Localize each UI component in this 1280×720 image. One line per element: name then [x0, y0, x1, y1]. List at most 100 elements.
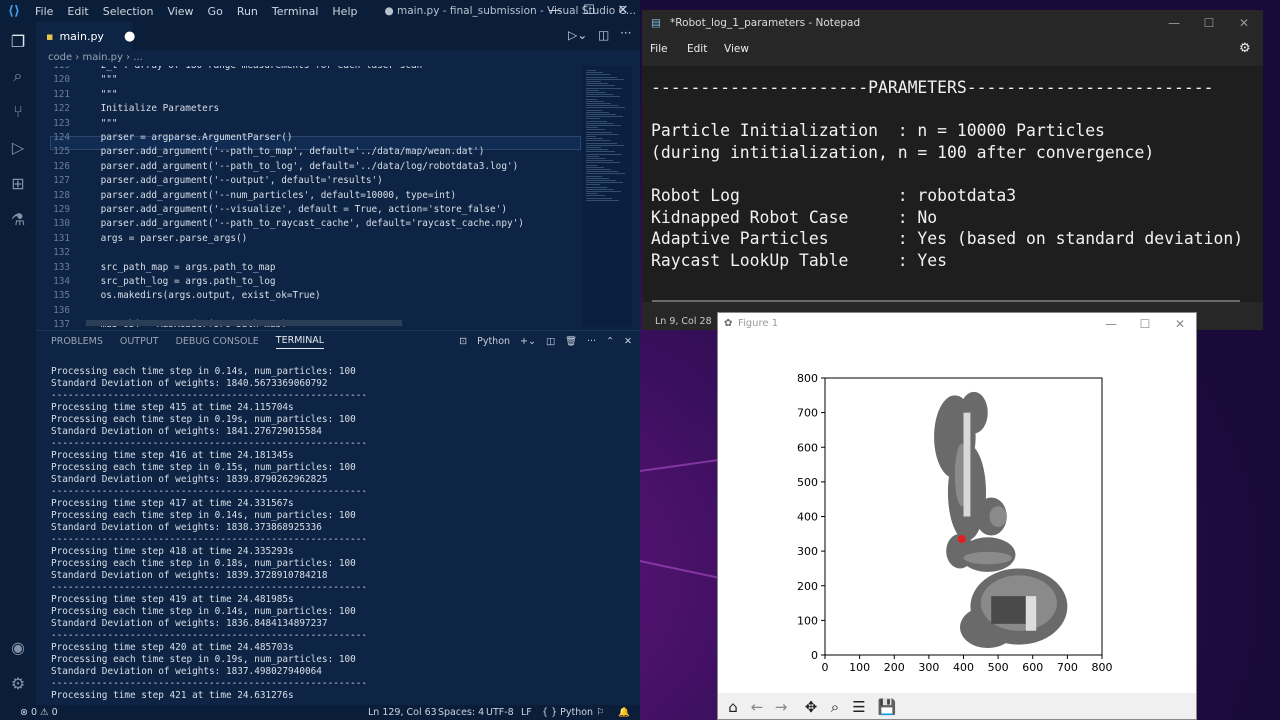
- minimap-line: [586, 182, 623, 184]
- code-line[interactable]: parser.add_argument('--visualize', defau…: [78, 204, 507, 215]
- tab-debug-console[interactable]: DEBUG CONSOLE: [176, 336, 259, 347]
- explorer-icon[interactable]: ❐: [8, 32, 28, 52]
- minimize-icon[interactable]: —: [1157, 10, 1191, 36]
- menu-file[interactable]: File: [28, 5, 60, 18]
- code-line[interactable]: parser = argparse.ArgumentParser(): [78, 132, 293, 143]
- maximize-icon[interactable]: ☐: [1192, 10, 1226, 36]
- terminal-line: Processing time step 420 at time 24.4857…: [51, 642, 294, 653]
- line-number: 122: [53, 103, 70, 115]
- horizontal-scrollbar[interactable]: [86, 320, 402, 326]
- unsaved-dot-icon[interactable]: ●: [124, 29, 135, 44]
- background-line: [639, 560, 729, 581]
- configure-subplots-icon[interactable]: ☰: [848, 696, 870, 718]
- code-line[interactable]: """: [78, 118, 118, 129]
- status-cursor-position[interactable]: Ln 129, Col 63: [368, 705, 437, 720]
- minimap-line: [586, 171, 618, 173]
- menu-terminal[interactable]: Terminal: [265, 5, 326, 18]
- tab-terminal[interactable]: TERMINAL: [275, 335, 325, 349]
- menu-run[interactable]: Run: [230, 5, 265, 18]
- minimap-line: [586, 100, 604, 102]
- run-file-icon[interactable]: ▷⌄: [568, 28, 587, 42]
- close-icon[interactable]: ✕: [1163, 313, 1196, 335]
- more-actions-icon[interactable]: ···: [620, 26, 631, 40]
- menu-go[interactable]: Go: [201, 5, 230, 18]
- split-terminal-icon[interactable]: ◫: [546, 336, 555, 347]
- testing-icon[interactable]: ⚗: [8, 210, 28, 230]
- notepad-text-area[interactable]: ----------------------PARAMETERS--------…: [642, 66, 1263, 302]
- status-problems[interactable]: ⊗ 0 ⚠ 0: [20, 705, 58, 720]
- forward-arrow-icon[interactable]: →: [770, 696, 792, 718]
- code-line[interactable]: parser.add_argument('--output', default=…: [78, 175, 383, 186]
- notepad-line: Particle Initialization : n = 10000 Part…: [651, 121, 1105, 141]
- search-icon[interactable]: ⌕: [8, 66, 28, 86]
- tab-problems[interactable]: PROBLEMS: [51, 336, 103, 347]
- feedback-icon[interactable]: ⚐: [596, 705, 605, 720]
- code-line[interactable]: z_t : array of 180 range measurements fo…: [78, 66, 423, 71]
- minimap-line: [586, 155, 599, 157]
- source-control-icon[interactable]: ⑂: [8, 102, 28, 122]
- status-language[interactable]: { } Python: [542, 705, 593, 720]
- close-icon[interactable]: ✕: [1227, 10, 1261, 36]
- minimize-icon[interactable]: —: [538, 0, 572, 22]
- minimize-icon[interactable]: —: [1094, 313, 1128, 335]
- maximize-icon[interactable]: ☐: [572, 0, 606, 22]
- settings-gear-icon[interactable]: ⚙: [8, 674, 28, 694]
- code-line[interactable]: src_path_log = args.path_to_log: [78, 276, 276, 287]
- menu-file[interactable]: File: [650, 43, 668, 55]
- x-tick-label: 700: [1057, 661, 1078, 674]
- tab-main-py[interactable]: ▪ main.py ●: [36, 22, 135, 50]
- terminal-shell-label[interactable]: Python: [477, 336, 510, 347]
- terminal-line: Standard Deviation of weights: 1839.3728…: [51, 570, 328, 581]
- pan-icon[interactable]: ✥: [800, 696, 822, 718]
- home-icon[interactable]: ⌂: [722, 696, 744, 718]
- menu-help[interactable]: Help: [325, 5, 364, 18]
- line-number: 136: [53, 304, 70, 316]
- maximize-panel-icon[interactable]: ⌃: [606, 336, 614, 347]
- code-line[interactable]: Initialize Parameters: [78, 103, 220, 114]
- save-figure-icon[interactable]: 💾: [876, 696, 898, 718]
- terminal-output[interactable]: Processing each time step in 0.14s, num_…: [36, 356, 636, 705]
- account-icon[interactable]: ◉: [8, 638, 28, 658]
- maximize-icon[interactable]: ☐: [1128, 313, 1162, 335]
- line-number: 134: [53, 276, 70, 287]
- code-line[interactable]: src_path_map = args.path_to_map: [78, 262, 276, 273]
- menu-edit[interactable]: Edit: [60, 5, 95, 18]
- code-line[interactable]: parser.add_argument('--path_to_raycast_c…: [78, 218, 524, 229]
- code-line[interactable]: """: [78, 89, 118, 100]
- x-tick-label: 500: [988, 661, 1009, 674]
- status-eol[interactable]: LF: [521, 705, 532, 720]
- code-line[interactable]: parser.add_argument('--path_to_map', def…: [78, 146, 485, 157]
- code-line[interactable]: args = parser.parse_args(): [78, 233, 248, 244]
- horizontal-scrollbar[interactable]: [652, 300, 1240, 302]
- code-line[interactable]: os.makedirs(args.output, exist_ok=True): [78, 290, 321, 301]
- zoom-icon[interactable]: ⌕: [824, 696, 846, 718]
- status-indentation[interactable]: Spaces: 4: [438, 705, 484, 720]
- minimap-line: [586, 188, 614, 190]
- new-terminal-icon[interactable]: +⌄: [520, 336, 536, 347]
- code-line[interactable]: """: [78, 74, 118, 85]
- split-editor-icon[interactable]: ◫: [598, 28, 609, 42]
- menu-view[interactable]: View: [724, 43, 749, 55]
- close-icon[interactable]: ✕: [606, 0, 640, 22]
- menu-view[interactable]: View: [160, 5, 200, 18]
- minimap-line: [586, 85, 615, 87]
- notifications-icon[interactable]: 🔔: [618, 705, 630, 720]
- code-editor[interactable]: 119 z_t : array of 180 range measurement…: [36, 66, 581, 327]
- minimap-line: [586, 111, 609, 113]
- settings-gear-icon[interactable]: ⚙: [1239, 41, 1251, 56]
- minimap[interactable]: [582, 66, 632, 327]
- back-arrow-icon[interactable]: ←: [746, 696, 768, 718]
- run-debug-icon[interactable]: ▷: [8, 138, 28, 158]
- close-panel-icon[interactable]: ✕: [624, 336, 632, 347]
- code-line[interactable]: parser.add_argument('--num_particles', d…: [78, 190, 457, 201]
- more-actions-icon[interactable]: ···: [587, 336, 596, 347]
- menu-selection[interactable]: Selection: [96, 5, 161, 18]
- breadcrumb[interactable]: code › main.py › ...: [36, 50, 640, 66]
- extensions-icon[interactable]: ⊞: [8, 174, 28, 194]
- tab-output[interactable]: OUTPUT: [120, 336, 159, 347]
- kill-terminal-icon[interactable]: 🗑: [565, 336, 577, 347]
- code-line[interactable]: parser.add_argument('--path_to_log', def…: [78, 161, 519, 172]
- menu-edit[interactable]: Edit: [687, 43, 707, 55]
- map-plot[interactable]: 0 100 200 300 400 500 600 700 800 0 100 200 300 400 50…: [718, 335, 1196, 693]
- status-encoding[interactable]: UTF-8: [486, 705, 514, 720]
